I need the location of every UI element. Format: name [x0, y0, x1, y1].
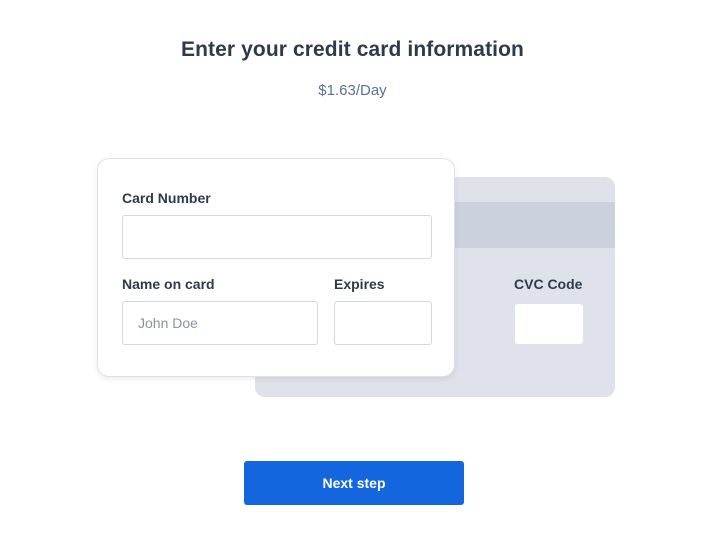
expires-input[interactable]: [334, 301, 432, 345]
cvc-input[interactable]: [515, 304, 583, 344]
cvc-label: CVC Code: [514, 276, 583, 292]
expires-label: Expires: [334, 276, 385, 292]
name-on-card-input[interactable]: [122, 301, 318, 345]
card-front: Card Number Name on card Expires: [97, 158, 455, 377]
next-step-button[interactable]: Next step: [244, 461, 464, 505]
name-on-card-label: Name on card: [122, 276, 215, 292]
card-number-label: Card Number: [122, 190, 211, 206]
page-title: Enter your credit card information: [181, 38, 524, 61]
price-per-day: $1.63/Day: [318, 82, 387, 99]
payment-page: Enter your credit card information $1.63…: [0, 0, 705, 542]
card-number-input[interactable]: [122, 215, 432, 259]
